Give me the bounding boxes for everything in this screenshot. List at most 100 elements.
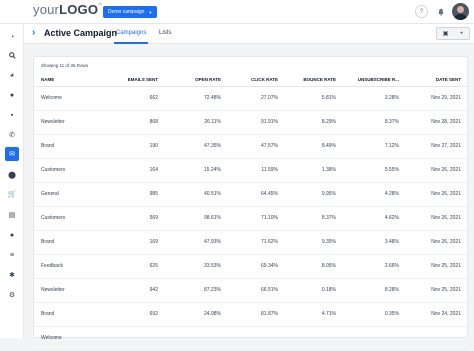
table-row[interactable]: Feedback 625 33.53% 69.34% 8.05% 2.66% Nov 25,… xyxy=(34,254,467,279)
cell-emails-sent: 942 xyxy=(114,278,164,303)
document-icon[interactable]: ▤ xyxy=(5,208,19,222)
tab-campaigns[interactable]: Campaigns xyxy=(116,30,146,36)
cell-emails-sent: 868 xyxy=(114,110,164,135)
cell-unsubscribe-rate xyxy=(342,326,405,351)
chat-icon[interactable]: ● xyxy=(5,88,19,102)
cell-click-rate xyxy=(227,326,284,351)
cell-unsubscribe-rate: 3.28% xyxy=(342,86,405,111)
cell-unsubscribe-rate: 8.28% xyxy=(342,278,405,303)
bug-icon[interactable]: ✱ xyxy=(5,268,19,282)
cell-date-sent: Nov 26, 2021 xyxy=(405,158,467,183)
location-pin-icon[interactable]: ⬤ xyxy=(5,168,19,182)
cell-date-sent: Nov 28, 2021 xyxy=(405,110,467,135)
row-count-label: Showing 11 of 35 Rows xyxy=(41,63,88,68)
table-row[interactable]: Welcome xyxy=(34,326,467,351)
cell-unsubscribe-rate: 4.28% xyxy=(342,182,405,207)
table-row[interactable]: General 985 40.51% 64.45% 9.95% 4.28% Nov 26, … xyxy=(34,182,467,207)
table-row[interactable]: Brand 190 47.35% 47.57% 8.49% 7.12% Nov 27, 20… xyxy=(34,134,467,159)
cell-name: Newsletter xyxy=(34,110,114,135)
table-row[interactable]: Newsletter 868 26.11% 91.91% 8.29% 8.37% Nov 2… xyxy=(34,110,467,135)
cell-emails-sent: 625 xyxy=(114,254,164,279)
cell-open-rate: 15.24% xyxy=(164,158,227,183)
table-row[interactable]: Brand 692 24.98% 81.87% 4.71% 0.35% Nov 24, 20… xyxy=(34,302,467,327)
campaigns-table: NAME EMAILS SENT OPEN RATE CLICK RATE BO… xyxy=(34,73,467,351)
cell-date-sent: Nov 25, 2021 xyxy=(405,254,467,279)
table-row[interactable]: Newsletter 942 87.23% 66.51% 0.18% 8.28% Nov 2… xyxy=(34,278,467,303)
top-bar: yourLOGO™ Demo campaign ▼ ? xyxy=(0,0,474,24)
active-tab-indicator xyxy=(114,42,148,44)
search-icon[interactable] xyxy=(5,48,19,62)
chevron-down-icon: ▼ xyxy=(148,9,153,15)
user-icon[interactable]: ● xyxy=(5,228,19,242)
cell-name: Brand xyxy=(34,134,114,159)
cell-bounce-rate xyxy=(284,326,342,351)
tab-lists[interactable]: Lists xyxy=(159,30,171,36)
cell-date-sent: Nov 29, 2021 xyxy=(405,86,467,111)
cell-open-rate: 72.48% xyxy=(164,86,227,111)
cell-click-rate: 11.59% xyxy=(227,158,284,183)
cell-bounce-rate: 8.49% xyxy=(284,134,342,159)
cell-unsubscribe-rate: 5.55% xyxy=(342,158,405,183)
page-title: Active Campaign xyxy=(44,28,118,38)
cell-name: Feedback xyxy=(34,254,114,279)
cell-name: Newsletter xyxy=(34,278,114,303)
cell-name: General xyxy=(34,182,114,207)
cell-bounce-rate: 4.71% xyxy=(284,302,342,327)
cart-icon[interactable]: 🛒 xyxy=(5,187,19,201)
column-header-bounce-rate[interactable]: BOUNCE RATE xyxy=(284,73,342,87)
gear-icon[interactable]: ⚙ xyxy=(5,288,19,302)
cell-emails-sent: 985 xyxy=(114,182,164,207)
cell-click-rate: 81.87% xyxy=(227,302,284,327)
cell-bounce-rate: 8.37% xyxy=(284,206,342,231)
cell-emails-sent: 164 xyxy=(114,158,164,183)
campaign-select-button[interactable]: Demo campaign ▼ xyxy=(103,6,158,18)
logo[interactable]: yourLOGO™ xyxy=(33,2,102,17)
phone-icon[interactable]: ✆ xyxy=(5,128,19,142)
campaign-select-label: Demo campaign xyxy=(108,9,145,15)
cell-emails-sent: 569 xyxy=(114,206,164,231)
cell-date-sent: Nov 25, 2021 xyxy=(405,278,467,303)
cell-click-rate: 64.45% xyxy=(227,182,284,207)
speedometer-icon[interactable]: ◔ xyxy=(5,30,19,44)
table-row[interactable]: Welcome 662 72.48% 27.07% 5.81% 3.28% Nov 29, … xyxy=(34,86,467,111)
archive-icon[interactable]: ▣ xyxy=(443,30,449,37)
table-row[interactable]: Customers 569 98.61% 71.10% 8.37% 4.62% Nov 26… xyxy=(34,206,467,231)
cell-name: Welcome xyxy=(34,326,114,351)
table-header-row: NAME EMAILS SENT OPEN RATE CLICK RATE BO… xyxy=(34,73,467,87)
cell-emails-sent: 190 xyxy=(114,134,164,159)
table-row[interactable]: Customers 164 15.24% 11.59% 1.38% 5.55% Nov 26… xyxy=(34,158,467,183)
avatar[interactable] xyxy=(452,3,469,20)
bell-icon[interactable] xyxy=(434,5,447,18)
cell-unsubscribe-rate: 0.35% xyxy=(342,302,405,327)
list-icon[interactable]: ≡ xyxy=(5,248,19,262)
sidebar: ◔ ◕ ● ▪ ✆ ✉ ⬤ 🛒 ▤ ● ≡ ✱ ⚙ xyxy=(0,24,24,338)
cell-emails-sent xyxy=(114,326,164,351)
column-header-click-rate[interactable]: CLICK RATE xyxy=(227,73,284,87)
cell-open-rate xyxy=(164,326,227,351)
cell-open-rate: 24.98% xyxy=(164,302,227,327)
cell-bounce-rate: 1.38% xyxy=(284,158,342,183)
cell-bounce-rate: 9.95% xyxy=(284,182,342,207)
table-row[interactable]: Brand 169 47.93% 71.62% 9.35% 3.48% Nov 26, 20… xyxy=(34,230,467,255)
question-icon[interactable]: ? xyxy=(415,5,428,18)
cell-click-rate: 69.34% xyxy=(227,254,284,279)
cell-open-rate: 47.93% xyxy=(164,230,227,255)
cell-date-sent: Nov 26, 2021 xyxy=(405,206,467,231)
column-header-unsubscribe-rate[interactable]: UNSUBSCRIBE R... xyxy=(342,73,405,87)
plus-icon[interactable]: + xyxy=(460,31,464,37)
email-icon[interactable]: ✉ xyxy=(5,147,19,161)
cell-name: Customers xyxy=(34,158,114,183)
cell-date-sent: Nov 24, 2021 xyxy=(405,302,467,327)
comment-icon[interactable]: ▪ xyxy=(5,108,19,122)
cell-date-sent: Nov 26, 2021 xyxy=(405,230,467,255)
column-header-emails-sent[interactable]: EMAILS SENT xyxy=(114,73,164,87)
cell-name: Customers xyxy=(34,206,114,231)
cell-click-rate: 91.91% xyxy=(227,110,284,135)
column-header-date-sent[interactable]: DATE SENT xyxy=(405,73,467,87)
column-header-open-rate[interactable]: OPEN RATE xyxy=(164,73,227,87)
cell-bounce-rate: 9.35% xyxy=(284,230,342,255)
cell-bounce-rate: 8.29% xyxy=(284,110,342,135)
header-actions: ▣ + xyxy=(436,27,470,40)
pie-chart-icon[interactable]: ◕ xyxy=(5,68,19,82)
column-header-name[interactable]: NAME xyxy=(34,73,114,87)
